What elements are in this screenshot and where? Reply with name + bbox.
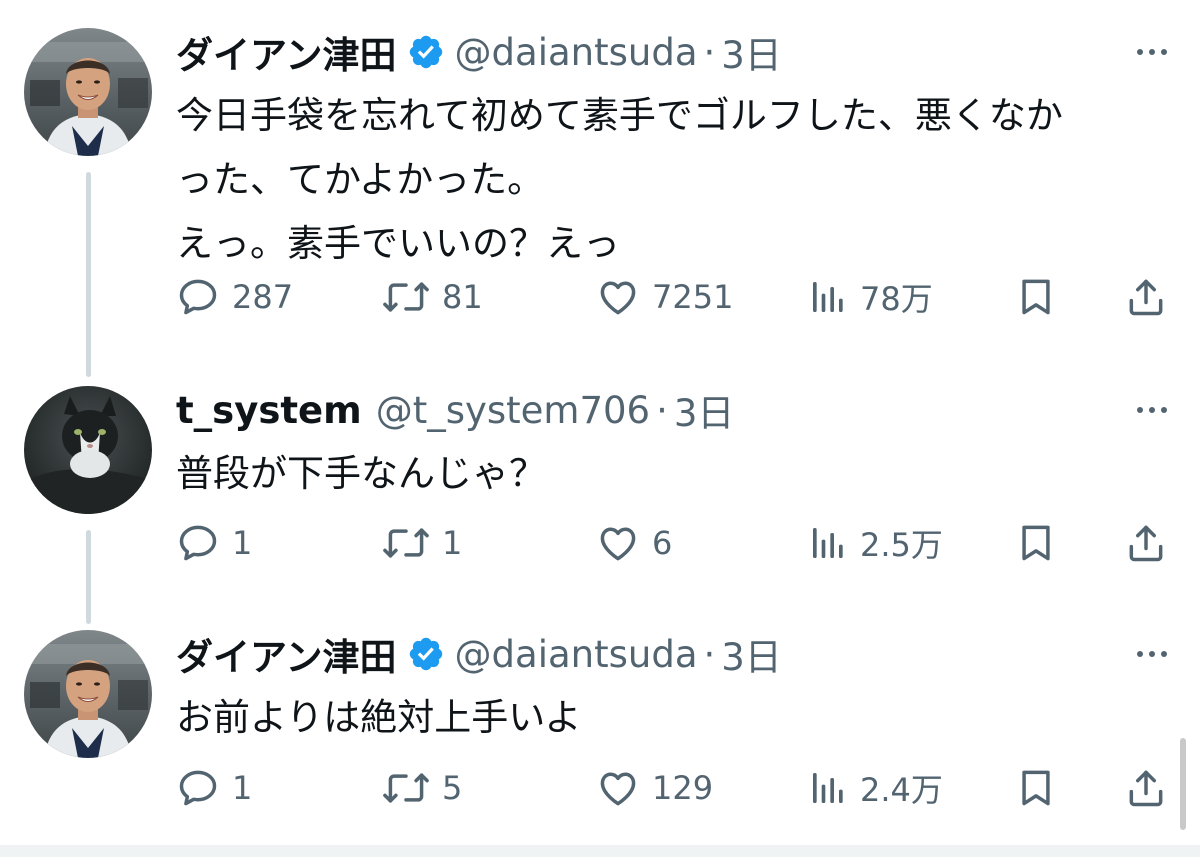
tweet-text: お前よりは絶対上手いよ — [176, 686, 1172, 750]
tweet-text-line: えっ。素手でいいの？えっ — [176, 222, 620, 265]
tweet-actions: 1 5 129 2.4万 — [176, 763, 1172, 813]
bottom-edge — [0, 845, 1200, 857]
tweet-text: 普段が下手なんじゃ？ — [176, 442, 1172, 506]
timestamp[interactable]: 3日 — [721, 627, 782, 681]
reply-button[interactable]: 1 — [176, 763, 252, 813]
reply-icon — [176, 521, 220, 565]
timestamp[interactable]: 3日 — [674, 383, 735, 437]
retweet-button[interactable]: 5 — [382, 763, 462, 813]
author-handle[interactable]: @daiantsuda — [455, 633, 698, 676]
author-handle[interactable]: @t_system706 — [376, 389, 650, 432]
like-count: 6 — [652, 524, 673, 562]
bookmark-icon — [1014, 766, 1058, 810]
verified-badge-icon — [407, 33, 445, 71]
author-name[interactable]: ダイアン津田 — [176, 25, 397, 79]
heart-icon — [596, 275, 640, 319]
timestamp[interactable]: 3日 — [721, 25, 782, 79]
bar-chart-icon — [808, 768, 848, 808]
tweet-text-line: 普段が下手なんじゃ？ — [176, 452, 546, 495]
share-button[interactable] — [1124, 518, 1168, 568]
tweet-header: t_system @t_system706 · 3日 — [176, 383, 1172, 437]
reply-count: 1 — [232, 769, 253, 807]
avatar[interactable] — [24, 630, 152, 758]
bookmark-button[interactable] — [1014, 763, 1058, 813]
like-button[interactable]: 6 — [596, 518, 672, 568]
retweet-count: 5 — [442, 769, 463, 807]
tweet-header: ダイアン津田 @daiantsuda · 3日 — [176, 25, 1172, 79]
reply-count: 287 — [232, 278, 294, 316]
author-handle[interactable]: @daiantsuda — [455, 31, 698, 74]
tweet-content: ダイアン津田 @daiantsuda · 3日 今日手袋を忘れて初めて素手でゴル… — [176, 28, 1172, 276]
separator-dot: · — [656, 388, 668, 432]
bookmark-button[interactable] — [1014, 518, 1058, 568]
heart-icon — [596, 766, 640, 810]
tweet-content: t_system @t_system706 · 3日 普段が下手なんじゃ？ — [176, 386, 1172, 506]
avatar[interactable] — [24, 28, 152, 156]
share-icon — [1124, 521, 1168, 565]
views-button[interactable]: 78万 — [808, 272, 933, 322]
separator-dot: · — [703, 632, 716, 676]
tweet-text: 今日手袋を忘れて初めて素手でゴルフした、悪くなか った、てかよかった。えっ。素手で… — [176, 84, 1172, 276]
like-button[interactable]: 7251 — [596, 272, 733, 322]
tweet-text-line: った、てかよかった。 — [176, 158, 545, 201]
more-options-icon[interactable] — [1132, 34, 1172, 70]
retweet-button[interactable]: 1 — [382, 518, 462, 568]
tweet-text-line: 今日手袋を忘れて初めて素手でゴルフした、悪くなか — [176, 94, 1063, 137]
retweet-icon — [382, 521, 430, 565]
tweet-text-line: お前よりは絶対上手いよ — [176, 696, 582, 739]
share-icon — [1124, 275, 1168, 319]
bookmark-icon — [1014, 521, 1058, 565]
more-options-icon[interactable] — [1132, 636, 1172, 672]
share-button[interactable] — [1124, 272, 1168, 322]
bookmark-button[interactable] — [1014, 272, 1058, 322]
bar-chart-icon — [808, 277, 848, 317]
author-name[interactable]: ダイアン津田 — [176, 627, 397, 681]
like-button[interactable]: 129 — [596, 763, 713, 813]
reply-icon — [176, 766, 220, 810]
reply-count: 1 — [232, 524, 253, 562]
share-button[interactable] — [1124, 763, 1168, 813]
retweet-button[interactable]: 81 — [382, 272, 483, 322]
tweet-actions: 287 81 7251 78万 — [176, 272, 1172, 322]
retweet-count: 1 — [442, 524, 463, 562]
like-count: 7251 — [652, 278, 734, 316]
share-icon — [1124, 766, 1168, 810]
avatar[interactable] — [24, 386, 152, 514]
author-name[interactable]: t_system — [176, 389, 362, 432]
view-count: 2.5万 — [860, 526, 943, 564]
retweet-icon — [382, 275, 430, 319]
reply-button[interactable]: 1 — [176, 518, 252, 568]
view-count: 2.4万 — [860, 771, 943, 809]
thread-line-2 — [86, 530, 91, 624]
retweet-count: 81 — [442, 278, 483, 316]
tweet-header: ダイアン津田 @daiantsuda · 3日 — [176, 627, 1172, 681]
retweet-icon — [382, 766, 430, 810]
bookmark-icon — [1014, 275, 1058, 319]
views-button[interactable]: 2.4万 — [808, 763, 943, 813]
verified-badge-icon — [407, 635, 445, 673]
thread-line-1 — [86, 172, 91, 377]
tweet-actions: 1 1 6 2.5万 — [176, 518, 1172, 568]
tweet-content: ダイアン津田 @daiantsuda · 3日 お前よりは絶対上手いよ — [176, 630, 1172, 750]
like-count: 129 — [652, 769, 714, 807]
scrollbar[interactable] — [1180, 738, 1186, 830]
bar-chart-icon — [808, 523, 848, 563]
view-count: 78万 — [860, 280, 933, 318]
reply-icon — [176, 275, 220, 319]
separator-dot: · — [703, 30, 716, 74]
more-options-icon[interactable] — [1132, 392, 1172, 428]
heart-icon — [596, 521, 640, 565]
views-button[interactable]: 2.5万 — [808, 518, 943, 568]
reply-button[interactable]: 287 — [176, 272, 293, 322]
